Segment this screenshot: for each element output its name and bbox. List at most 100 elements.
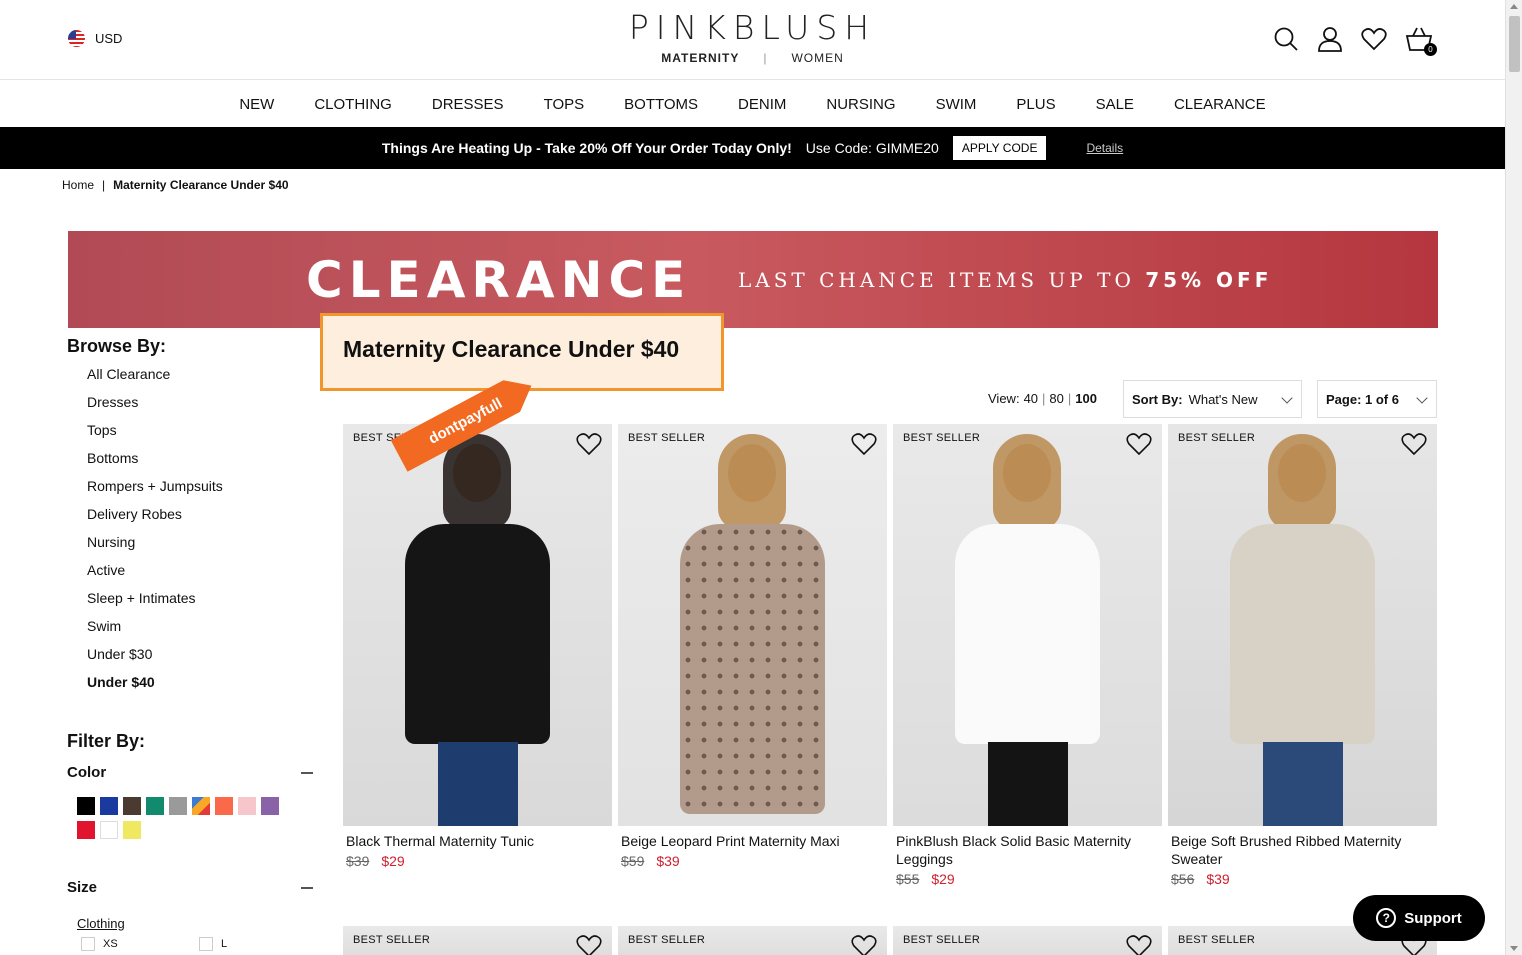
apply-code-button[interactable]: APPLY CODE <box>952 136 1047 160</box>
product-name[interactable]: Beige Leopard Print Maternity Maxi <box>618 832 887 850</box>
product-card[interactable]: BEST SELLER <box>618 926 887 955</box>
collapse-minus-icon[interactable] <box>301 771 313 774</box>
size-group-clothing[interactable]: Clothing <box>77 916 317 931</box>
product-card[interactable]: BEST SELLER Beige Soft Brushed Ribbed Mat… <box>1168 424 1437 887</box>
nav-item[interactable]: PLUS <box>1016 96 1055 113</box>
product-name[interactable]: PinkBlush Black Solid Basic Maternity Le… <box>893 832 1162 868</box>
color-swatch[interactable] <box>169 797 187 815</box>
browse-item[interactable]: Active <box>87 561 317 589</box>
model-legs <box>438 742 518 826</box>
product-photo[interactable]: BEST SELLER <box>618 424 887 826</box>
model-garment <box>1230 524 1375 744</box>
browse-item[interactable]: Rompers + Jumpsuits <box>87 477 317 505</box>
size-facet-header[interactable]: Size <box>67 879 313 896</box>
nav-item[interactable]: SWIM <box>936 96 977 113</box>
color-swatch[interactable] <box>192 797 210 815</box>
wishlist-heart-icon[interactable] <box>1361 27 1387 51</box>
browse-item[interactable]: Delivery Robes <box>87 505 317 533</box>
nav-item[interactable]: NEW <box>239 96 274 113</box>
wishlist-heart-icon[interactable] <box>851 432 877 461</box>
nav-item[interactable]: DRESSES <box>432 96 504 113</box>
color-swatch[interactable] <box>146 797 164 815</box>
product-photo[interactable]: BEST SELLER <box>343 424 612 826</box>
account-icon[interactable] <box>1317 26 1343 52</box>
color-swatch[interactable] <box>123 821 141 839</box>
breadcrumb-home[interactable]: Home <box>62 178 94 192</box>
cart-button[interactable]: 0 <box>1405 26 1437 56</box>
product-card[interactable]: BEST SELLER Beige Leopard Print Maternity… <box>618 424 887 869</box>
nav-item[interactable]: NURSING <box>826 96 895 113</box>
wishlist-heart-icon[interactable] <box>1126 934 1152 955</box>
product-name[interactable]: Beige Soft Brushed Ribbed Maternity Swea… <box>1168 832 1437 868</box>
collapse-minus-icon[interactable] <box>301 886 313 889</box>
product-photo[interactable]: BEST SELLER <box>1168 424 1437 826</box>
browse-item[interactable]: All Clearance <box>87 365 317 393</box>
product-card[interactable]: BEST SELLER Black Thermal Maternity Tunic… <box>343 424 612 869</box>
browse-item[interactable]: Dresses <box>87 393 317 421</box>
color-swatch[interactable] <box>77 821 95 839</box>
nav-item[interactable]: CLOTHING <box>314 96 392 113</box>
product-card[interactable]: BEST SELLER PinkBlush Black Solid Basic M… <box>893 424 1162 887</box>
color-facet-header[interactable]: Color <box>67 764 313 781</box>
color-swatch[interactable] <box>100 821 118 839</box>
browse-item[interactable]: Sleep + Intimates <box>87 589 317 617</box>
page-dropdown[interactable]: Page: 1 of 6 <box>1317 380 1437 418</box>
nav-item[interactable]: SALE <box>1096 96 1134 113</box>
sort-value: What's New <box>1188 391 1258 407</box>
wishlist-heart-icon[interactable] <box>576 432 602 461</box>
page-scrollbar[interactable] <box>1505 0 1522 955</box>
browse-item[interactable]: Nursing <box>87 533 317 561</box>
browse-item[interactable]: Tops <box>87 421 317 449</box>
sort-dropdown[interactable]: Sort By: What's New <box>1123 380 1302 418</box>
breadcrumb-separator: | <box>102 178 106 192</box>
view-option[interactable]: 40 <box>1024 391 1038 406</box>
best-seller-badge: BEST SELLER <box>903 934 981 946</box>
wishlist-heart-icon[interactable] <box>851 934 877 955</box>
color-swatch[interactable] <box>261 797 279 815</box>
product-card[interactable]: BEST SELLER <box>893 926 1162 955</box>
best-seller-badge: BEST SELLER <box>353 934 431 946</box>
product-photo[interactable]: BEST SELLER <box>893 424 1162 826</box>
wishlist-heart-icon[interactable] <box>576 934 602 955</box>
color-swatch[interactable] <box>77 797 95 815</box>
product-prices: $59 $39 <box>618 853 887 869</box>
nav-item[interactable]: DENIM <box>738 96 786 113</box>
view-option[interactable]: 100 <box>1075 391 1097 406</box>
size-checkbox[interactable] <box>81 937 95 951</box>
scroll-up-icon[interactable] <box>1510 4 1518 9</box>
model-hair <box>1268 434 1336 529</box>
color-facet-label: Color <box>67 764 107 781</box>
original-price: $39 <box>346 853 370 869</box>
store-women-link[interactable]: WOMEN <box>791 51 843 65</box>
product-card[interactable]: BEST SELLER <box>343 926 612 955</box>
scrollbar-thumb[interactable] <box>1509 16 1520 72</box>
browse-item[interactable]: Bottoms <box>87 449 317 477</box>
nav-item[interactable]: BOTTOMS <box>624 96 698 113</box>
banner-subtitle: LAST CHANCE ITEMS UP TO 75% OFF <box>738 268 1272 292</box>
best-seller-badge: BEST SELLER <box>628 934 706 946</box>
store-maternity-link[interactable]: MATERNITY <box>661 51 739 65</box>
browse-item[interactable]: Under $40 <box>87 673 317 701</box>
wishlist-heart-icon[interactable] <box>1126 432 1152 461</box>
color-swatch[interactable] <box>123 797 141 815</box>
color-swatch[interactable] <box>238 797 256 815</box>
search-icon[interactable] <box>1273 26 1299 52</box>
product-name[interactable]: Black Thermal Maternity Tunic <box>343 832 612 850</box>
promo-details-link[interactable]: Details <box>1086 141 1123 155</box>
size-option[interactable]: L <box>199 937 317 951</box>
size-facet-label: Size <box>67 879 98 896</box>
size-checkbox[interactable] <box>199 937 213 951</box>
wishlist-heart-icon[interactable] <box>1401 432 1427 461</box>
browse-item[interactable]: Under $30 <box>87 645 317 673</box>
store-switcher: MATERNITY | WOMEN <box>0 51 1505 65</box>
browse-item[interactable]: Swim <box>87 617 317 645</box>
support-button[interactable]: ? Support <box>1353 895 1485 941</box>
view-option[interactable]: 80 <box>1049 391 1063 406</box>
site-header: USD PINKBLUSH MATERNITY | WOMEN 0 <box>0 0 1505 80</box>
size-option[interactable]: XS <box>81 937 199 951</box>
scroll-down-icon[interactable] <box>1510 946 1518 951</box>
color-swatch[interactable] <box>215 797 233 815</box>
color-swatch[interactable] <box>100 797 118 815</box>
nav-item[interactable]: CLEARANCE <box>1174 96 1266 113</box>
nav-item[interactable]: TOPS <box>544 96 585 113</box>
